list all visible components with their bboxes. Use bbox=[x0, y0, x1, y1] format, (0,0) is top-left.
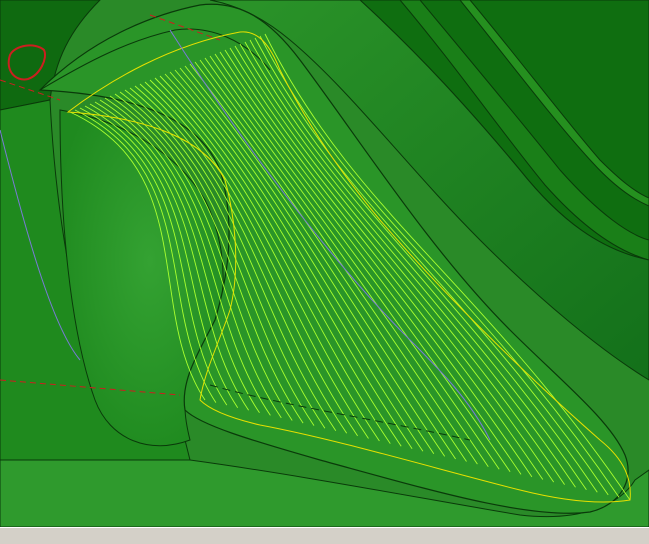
cad-scene bbox=[0, 0, 649, 527]
status-bar bbox=[0, 527, 649, 544]
cad-viewport[interactable] bbox=[0, 0, 649, 527]
